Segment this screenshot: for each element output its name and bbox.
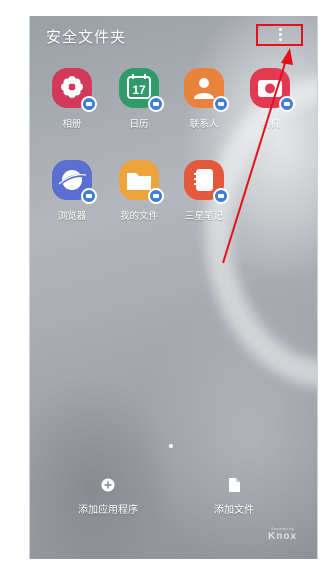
annotation-arrow (222, 48, 293, 264)
secure-folder-screen: 安全文件夹 相册 17 日历 联系人 相机 浏览器 我的文件 三星笔记 添加应用… (29, 16, 318, 559)
